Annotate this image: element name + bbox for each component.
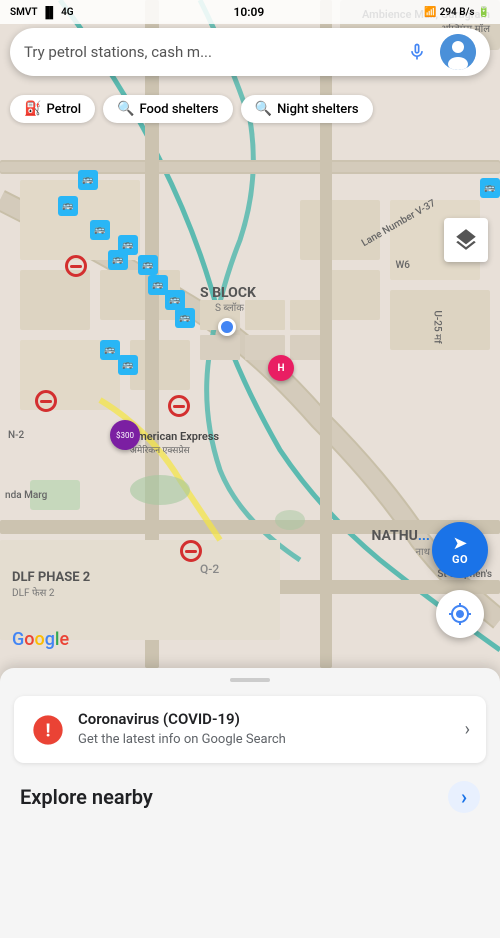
bottom-panel: ! Coronavirus (COVID-19) Get the latest …	[0, 668, 500, 938]
explore-nearby-title: Explore nearby	[20, 785, 153, 809]
night-shelters-search-icon: 🔍	[255, 101, 272, 117]
wifi-icon: 📶	[424, 7, 436, 18]
petrol-icon: ⛽	[24, 101, 41, 117]
q2-label: Q-2	[200, 562, 219, 576]
nathupir-hindi: नाथ	[371, 544, 430, 558]
bus-stop-2: 🚌	[90, 220, 110, 240]
no-entry-sign-3	[168, 395, 190, 417]
covid-chevron-icon: ›	[465, 719, 470, 740]
american-express-area: American Express अमेरिकन एक्सप्रेस	[130, 430, 219, 456]
chip-night-shelters[interactable]: 🔍 Night shelters	[241, 95, 373, 123]
explore-chevron-icon: ›	[461, 785, 467, 809]
american-express-label: American Express	[130, 430, 219, 443]
mic-button[interactable]	[400, 35, 434, 69]
search-bar[interactable]: Try petrol stations, cash m...	[10, 28, 490, 76]
bus-stop-9: 🚌	[108, 250, 128, 270]
explore-chevron-button[interactable]: ›	[448, 781, 480, 813]
bus-stop-8: 🚌	[78, 170, 98, 190]
nda-marg-label: nda Marg	[5, 490, 47, 501]
carrier-label: SMVT	[10, 7, 38, 18]
dlf-phase2-label: DLF PHASE 2 DLF फेस 2	[12, 570, 90, 599]
chip-petrol[interactable]: ⛽ Petrol	[10, 95, 95, 123]
covid-card[interactable]: ! Coronavirus (COVID-19) Get the latest …	[14, 696, 486, 763]
svg-text:!: !	[45, 719, 50, 741]
go-arrow-icon: ➤	[452, 535, 467, 553]
hotel-pin[interactable]: H	[268, 355, 294, 381]
bus-stop-7: 🚌	[175, 308, 195, 328]
google-logo: Google	[12, 629, 69, 650]
chip-petrol-label: Petrol	[46, 102, 81, 117]
signal-bars: ▐▌	[42, 6, 58, 19]
w6-label: W6	[396, 260, 411, 271]
nathupir-label: NATHU...	[371, 528, 430, 544]
bus-stop-6: 🚌	[165, 290, 185, 310]
s-block-label: S BLOCK	[200, 285, 256, 301]
bus-stop-10: 🚌	[480, 178, 500, 198]
no-entry-sign-1	[65, 255, 87, 277]
n2-label: N-2	[8, 430, 24, 441]
s-block-hindi: S ब्लॉक	[215, 300, 244, 314]
go-label: GO	[452, 553, 468, 566]
covid-title: Coronavirus (COVID-19)	[78, 710, 453, 728]
filter-chips-container: ⛽ Petrol 🔍 Food shelters 🔍 Night shelter…	[0, 86, 500, 132]
nathupir-area: NATHU... नाथ	[371, 528, 430, 558]
battery-icon: 🔋	[478, 7, 490, 18]
search-input[interactable]: Try petrol stations, cash m...	[24, 43, 400, 61]
bus-stop-4: 🚌	[138, 255, 158, 275]
bus-stop-11: 🚌	[100, 340, 120, 360]
go-navigation-button[interactable]: ➤ GO	[432, 522, 488, 578]
network-type: 4G	[61, 7, 74, 18]
no-entry-sign-4	[180, 540, 202, 562]
chip-food-shelters-label: Food shelters	[140, 102, 219, 117]
covid-text-area: Coronavirus (COVID-19) Get the latest in…	[78, 710, 453, 749]
user-avatar[interactable]	[440, 34, 476, 70]
covid-warning-icon: !	[30, 712, 66, 748]
battery-label: 294 B/s	[440, 7, 475, 18]
u25-label: U-25 मf	[431, 310, 445, 343]
american-express-pin[interactable]: $300	[110, 420, 140, 450]
status-bar: SMVT ▐▌ 4G 10:09 📶 294 B/s 🔋	[0, 0, 500, 24]
covid-subtitle: Get the latest info on Google Search	[78, 731, 453, 749]
american-express-hindi: अमेरिकन एक्सप्रेस	[130, 443, 219, 456]
layers-button[interactable]	[444, 218, 488, 262]
status-left: SMVT ▐▌ 4G	[10, 6, 74, 19]
drag-handle[interactable]	[230, 678, 270, 682]
dlf-phase2-text: DLF PHASE 2	[12, 570, 90, 585]
current-location-dot	[218, 318, 236, 336]
food-shelters-search-icon: 🔍	[117, 101, 134, 117]
my-location-button[interactable]	[436, 590, 484, 638]
chip-food-shelters[interactable]: 🔍 Food shelters	[103, 95, 233, 123]
dlf-phase2-hindi: DLF फेस 2	[12, 585, 90, 599]
status-time: 10:09	[234, 5, 265, 19]
no-entry-sign-2	[35, 390, 57, 412]
status-right: 📶 294 B/s 🔋	[424, 7, 490, 18]
chip-night-shelters-label: Night shelters	[277, 102, 358, 117]
bus-stop-1: 🚌	[58, 196, 78, 216]
explore-nearby-section: Explore nearby ›	[0, 763, 500, 823]
bus-stop-12: 🚌	[118, 355, 138, 375]
